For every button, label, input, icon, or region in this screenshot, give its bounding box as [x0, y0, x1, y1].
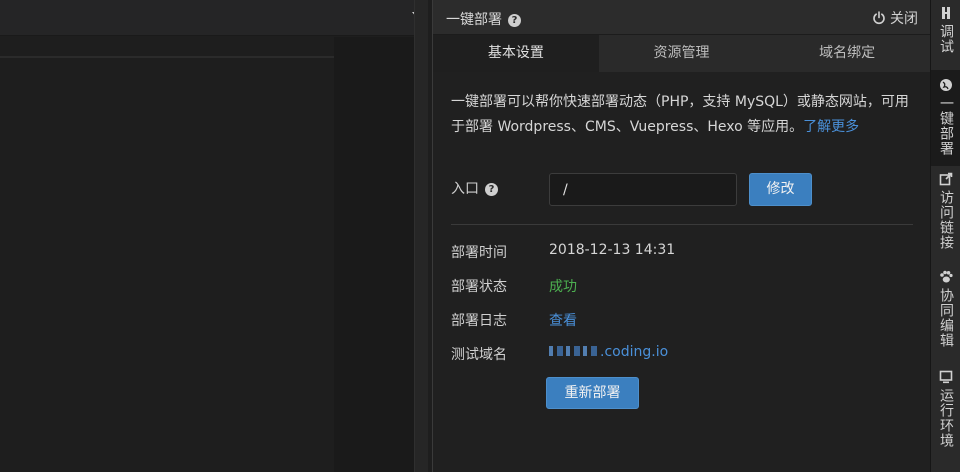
- test-domain-label: 测试域名: [451, 347, 507, 363]
- test-domain-text: .coding.io: [600, 344, 669, 360]
- power-icon: [873, 11, 885, 25]
- external-link-icon: [939, 172, 953, 186]
- deploy-log-link[interactable]: 查看: [549, 310, 577, 330]
- tab-basic-settings[interactable]: 基本设置: [433, 35, 599, 72]
- panel-tabs: 基本设置 资源管理 域名绑定: [433, 35, 930, 72]
- deploy-status-value: 成功: [549, 279, 577, 295]
- divider: [451, 224, 913, 225]
- description: 一键部署可以帮你快速部署动态（PHP，支持 MySQL）或静态网站，可用于部署 …: [451, 90, 916, 140]
- debug-icon: [942, 7, 950, 19]
- deploy-time-label: 部署时间: [451, 245, 507, 261]
- editor-toolbar: [0, 0, 428, 36]
- panel-header: 一键部署? 关闭: [433, 0, 930, 35]
- close-button[interactable]: 关闭: [872, 8, 918, 28]
- sidebar-item-collab-edit[interactable]: 协同编辑: [931, 270, 960, 362]
- redacted-subdomain: [549, 346, 597, 356]
- entry-help-icon[interactable]: ?: [485, 183, 498, 196]
- sidebar-item-access-link[interactable]: 访问链接: [931, 172, 960, 264]
- panel-splitter[interactable]: [414, 0, 428, 472]
- monitor-icon: [939, 370, 953, 384]
- help-icon[interactable]: ?: [508, 14, 521, 27]
- panel-title: 一键部署?: [446, 9, 521, 29]
- deploy-panel: 一键部署? 关闭 基本设置 资源管理 域名绑定 一键部署可以帮你快速部署动态（P…: [432, 0, 930, 472]
- redeploy-button[interactable]: 重新部署: [546, 377, 639, 409]
- sidebar-label-runtime-env: 运行环境: [938, 388, 954, 448]
- entry-label: 入口?: [451, 173, 498, 206]
- editor-area: [0, 0, 428, 472]
- tab-domain-binding[interactable]: 域名绑定: [764, 35, 930, 72]
- test-domain-link[interactable]: .coding.io: [549, 344, 668, 360]
- panel-content: 一键部署可以帮你快速部署动态（PHP，支持 MySQL）或静态网站，可用于部署 …: [433, 72, 930, 472]
- sidebar-label-one-click-deploy: 一键部署: [938, 96, 954, 156]
- sidebar-label-access-link: 访问链接: [938, 190, 954, 250]
- modify-button[interactable]: 修改: [749, 173, 812, 206]
- deploy-log-label: 部署日志: [451, 313, 507, 329]
- sidebar-item-one-click-deploy[interactable]: 一键部署: [931, 70, 960, 166]
- entry-label-text: 入口: [451, 181, 479, 197]
- sidebar-label-debug: 调试: [938, 24, 954, 54]
- close-label: 关闭: [890, 11, 918, 27]
- editor-side-pane: [334, 37, 414, 472]
- sidebar-item-runtime-env[interactable]: 运行环境: [931, 370, 960, 466]
- sidebar-label-collab-edit: 协同编辑: [938, 288, 954, 348]
- panel-title-text: 一键部署: [446, 12, 502, 28]
- deploy-status-label: 部署状态: [451, 279, 507, 295]
- editor-divider: [0, 56, 334, 58]
- globe-icon: [940, 79, 952, 91]
- paw-icon: [940, 270, 953, 283]
- deploy-time-value: 2018-12-13 14:31: [549, 242, 676, 258]
- right-sidebar: 调试 一键部署 访问链接 协同编辑 运行环境: [930, 0, 960, 472]
- learn-more-link[interactable]: 了解更多: [803, 119, 859, 135]
- entry-input[interactable]: [549, 173, 737, 206]
- sidebar-item-debug[interactable]: 调试: [931, 6, 960, 68]
- editor-pane[interactable]: [0, 37, 334, 472]
- tab-resource-management[interactable]: 资源管理: [599, 35, 765, 72]
